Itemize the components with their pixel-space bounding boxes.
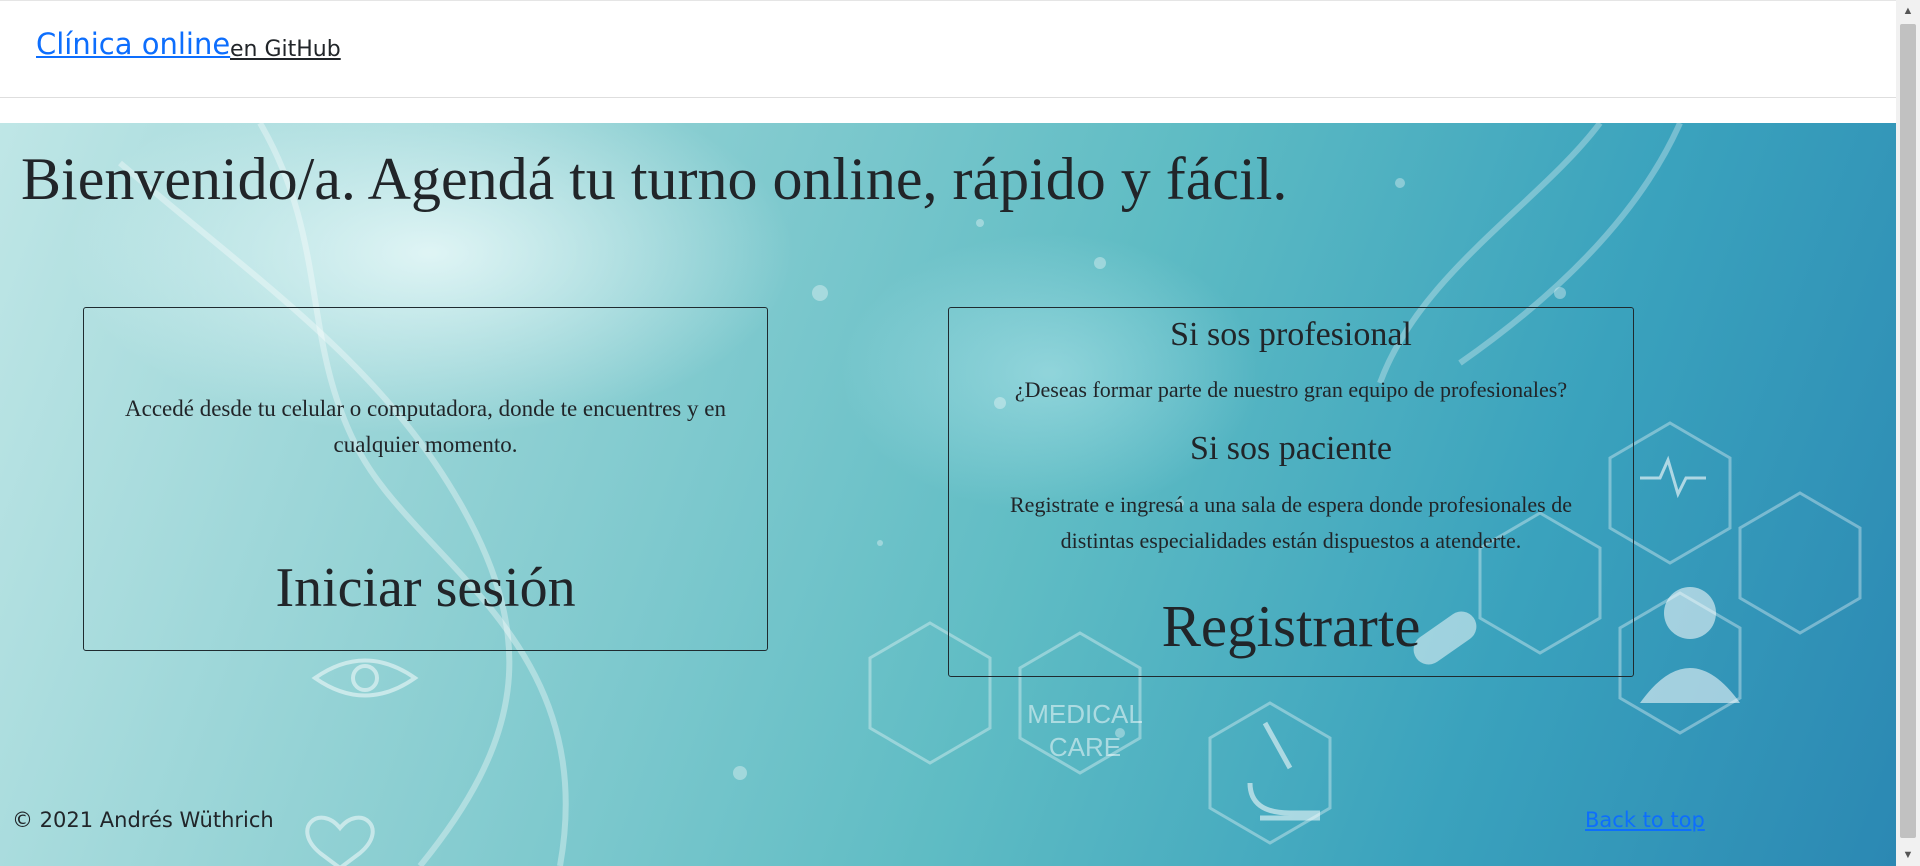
hero-title: Bienvenido/a. Agendá tu turno online, rá… bbox=[21, 146, 1288, 212]
register-button[interactable]: Registrarte bbox=[949, 592, 1633, 661]
professional-heading: Si sos profesional bbox=[1170, 316, 1412, 353]
back-to-top-link[interactable]: Back to top bbox=[1585, 808, 1705, 832]
footer-copyright: © 2021 Andrés Wüthrich bbox=[12, 808, 274, 832]
github-link[interactable]: en GitHub bbox=[230, 37, 341, 62]
navbar-spacer bbox=[0, 98, 1896, 123]
eye-icon bbox=[311, 658, 419, 698]
scrollbar-thumb[interactable] bbox=[1900, 24, 1916, 838]
login-description: Accedé desde tu celular o computadora, d… bbox=[125, 396, 726, 457]
doctor-avatar-icon bbox=[1640, 587, 1740, 703]
heartbeat-icon bbox=[1640, 455, 1706, 499]
background-medical-care-text: MEDICAL bbox=[1027, 699, 1143, 729]
heart-icon bbox=[305, 815, 375, 866]
vertical-scrollbar[interactable]: ▲ ▼ bbox=[1896, 0, 1920, 866]
login-button[interactable]: Iniciar sesión bbox=[84, 556, 767, 620]
brand-link[interactable]: Clínica online bbox=[36, 27, 230, 61]
hero-section: MEDICAL CARE Bienvenido/a. Agendá tu tur… bbox=[0, 123, 1896, 866]
svg-text:CARE: CARE bbox=[1049, 732, 1121, 762]
patient-heading: Si sos paciente bbox=[1189, 430, 1393, 467]
microscope-icon bbox=[1247, 721, 1320, 821]
register-card: Si sos profesional ¿Deseas formar parte … bbox=[948, 307, 1634, 677]
scroll-up-arrow-icon[interactable]: ▲ bbox=[1896, 0, 1920, 22]
login-card: Accedé desde tu celular o computadora, d… bbox=[83, 307, 768, 651]
navbar: Clínica online en GitHub bbox=[0, 0, 1896, 98]
professional-text: ¿Deseas formar parte de nuestro gran equ… bbox=[1014, 377, 1568, 402]
patient-text: Registrate e ingresá a una sala de esper… bbox=[1010, 492, 1572, 553]
scroll-down-arrow-icon[interactable]: ▼ bbox=[1896, 844, 1920, 866]
